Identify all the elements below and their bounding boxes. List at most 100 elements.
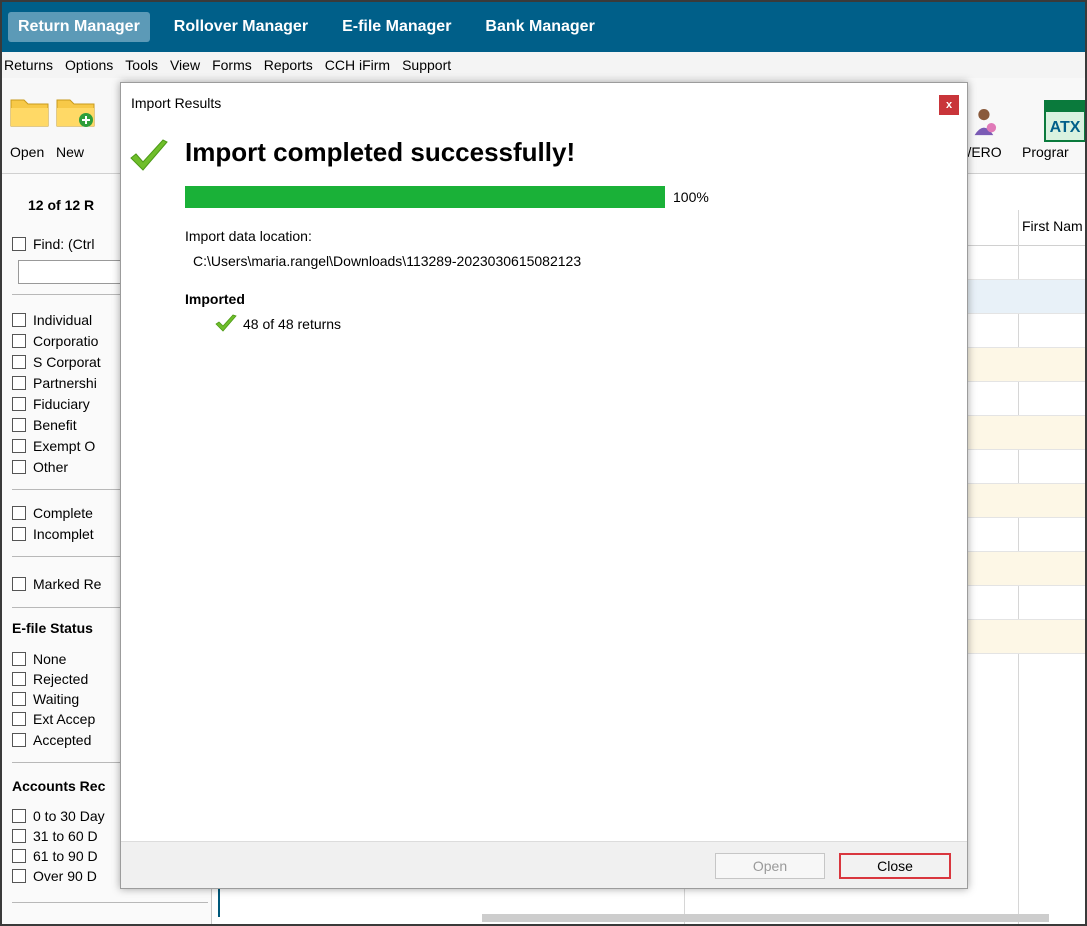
module-nav-bar: Return Manager Rollover Manager E-file M… xyxy=(2,2,1085,52)
progress-fill xyxy=(185,186,665,208)
type-s-corporation-row[interactable]: S Corporat xyxy=(12,353,101,371)
filter-label: Waiting xyxy=(33,691,80,707)
complete-row[interactable]: Complete xyxy=(12,504,93,522)
filter-label: Rejected xyxy=(33,671,89,687)
checkbox[interactable] xyxy=(12,809,26,823)
find-checkbox[interactable] xyxy=(12,237,26,251)
tab-rollover-manager[interactable]: Rollover Manager xyxy=(164,12,318,42)
filter-label: None xyxy=(33,651,67,667)
checkbox[interactable] xyxy=(12,460,26,474)
menu-forms[interactable]: Forms xyxy=(212,57,252,73)
people-icon xyxy=(974,109,997,136)
import-location-path: C:\Users\maria.rangel\Downloads\113289-2… xyxy=(193,253,582,269)
type-other-row[interactable]: Other xyxy=(12,458,68,476)
checkbox[interactable] xyxy=(12,397,26,411)
type-exempt-row[interactable]: Exempt O xyxy=(12,437,95,455)
checkbox[interactable] xyxy=(12,355,26,369)
menu-options[interactable]: Options xyxy=(65,57,113,73)
import-status-headline: Import completed successfully! xyxy=(185,137,576,167)
tab-bank-manager[interactable]: Bank Manager xyxy=(475,12,604,42)
new-tool-button[interactable]: New xyxy=(56,94,96,164)
ar-61-90-row[interactable]: 61 to 90 D xyxy=(12,847,98,865)
atx-program-icon: ATX xyxy=(1044,100,1085,142)
checkbox[interactable] xyxy=(12,313,26,327)
menu-reports[interactable]: Reports xyxy=(264,57,313,73)
tab-efile-manager[interactable]: E-file Manager xyxy=(332,12,461,42)
open-tool-button[interactable]: Open xyxy=(10,94,50,164)
import-progress-bar xyxy=(185,186,665,208)
imported-count-text: 48 of 48 returns xyxy=(243,316,342,332)
type-corporation-row[interactable]: Corporatio xyxy=(12,332,98,350)
filter-label: 31 to 60 D xyxy=(33,828,98,844)
filter-label: Individual xyxy=(33,312,93,328)
checkbox[interactable] xyxy=(12,376,26,390)
filter-label: Over 90 D xyxy=(33,868,97,884)
menu-cch-ifirm[interactable]: CCH iFirm xyxy=(325,57,390,73)
checkbox[interactable] xyxy=(12,418,26,432)
close-icon: x xyxy=(945,99,953,111)
type-fiduciary-row[interactable]: Fiduciary xyxy=(12,395,90,413)
efile-accepted-row[interactable]: Accepted xyxy=(12,731,91,749)
menu-tools[interactable]: Tools xyxy=(125,57,158,73)
open-button[interactable]: Open xyxy=(715,853,825,879)
close-button[interactable]: Close xyxy=(839,853,951,879)
tab-return-manager[interactable]: Return Manager xyxy=(8,12,150,42)
imported-heading: Imported xyxy=(185,291,245,307)
find-checkbox-row[interactable]: Find: (Ctrl xyxy=(12,235,94,253)
efile-status-heading: E-file Status xyxy=(12,620,93,636)
checkbox[interactable] xyxy=(12,334,26,348)
checkbox[interactable] xyxy=(12,733,26,747)
divider xyxy=(12,902,208,903)
checkbox[interactable] xyxy=(12,672,26,686)
ar-over-90-row[interactable]: Over 90 D xyxy=(12,867,97,885)
checkbox[interactable] xyxy=(12,527,26,541)
new-tool-label: New xyxy=(56,144,85,160)
filter-label: Complete xyxy=(33,505,93,521)
type-benefit-row[interactable]: Benefit xyxy=(12,416,77,434)
type-individual-row[interactable]: Individual xyxy=(12,311,92,329)
efile-ext-accepted-row[interactable]: Ext Accep xyxy=(12,710,95,728)
type-partnership-row[interactable]: Partnershi xyxy=(12,374,97,392)
filter-label: Accepted xyxy=(33,732,92,748)
filter-label: Exempt O xyxy=(33,438,96,454)
checkbox[interactable] xyxy=(12,829,26,843)
filter-label: Benefit xyxy=(33,417,77,433)
checkbox[interactable] xyxy=(12,849,26,863)
import-location-label: Import data location: xyxy=(185,228,312,244)
app-window: Return Manager Rollover Manager E-file M… xyxy=(0,0,1087,926)
filter-label: Corporatio xyxy=(33,333,99,349)
filter-label: Fiduciary xyxy=(33,396,90,412)
column-header-first-name[interactable]: First Nam xyxy=(1022,218,1083,234)
checkbox[interactable] xyxy=(12,869,26,883)
filter-label: Ext Accep xyxy=(33,711,96,727)
dialog-close-button[interactable]: x xyxy=(939,95,959,115)
checkbox[interactable] xyxy=(12,712,26,726)
menu-returns[interactable]: Returns xyxy=(4,57,53,73)
dialog-footer: Open Close xyxy=(121,841,967,888)
horizontal-scrollbar[interactable] xyxy=(482,914,1049,922)
checkbox[interactable] xyxy=(12,577,26,591)
open-tool-label: Open xyxy=(10,144,45,160)
import-results-dialog: Import Results x Import completed succes… xyxy=(120,82,968,889)
checkbox[interactable] xyxy=(12,692,26,706)
program-tool-button[interactable]: ATX Prograr xyxy=(1022,94,1085,164)
filter-label: S Corporat xyxy=(33,354,101,370)
incomplete-row[interactable]: Incomplet xyxy=(12,525,94,543)
checkbox[interactable] xyxy=(12,506,26,520)
menu-view[interactable]: View xyxy=(170,57,200,73)
menu-support[interactable]: Support xyxy=(402,57,451,73)
filter-label: Incomplet xyxy=(33,526,94,542)
success-check-icon xyxy=(130,139,168,171)
ar-0-30-row[interactable]: 0 to 30 Day xyxy=(12,807,105,825)
checkbox[interactable] xyxy=(12,439,26,453)
efile-none-row[interactable]: None xyxy=(12,650,66,668)
return-count-title: 12 of 12 R xyxy=(28,197,95,213)
ar-31-60-row[interactable]: 31 to 60 D xyxy=(12,827,98,845)
imported-check-icon xyxy=(215,314,237,332)
marked-row[interactable]: Marked Re xyxy=(12,575,101,593)
dialog-title: Import Results xyxy=(131,95,222,111)
efile-waiting-row[interactable]: Waiting xyxy=(12,690,79,708)
efile-rejected-row[interactable]: Rejected xyxy=(12,670,88,688)
checkbox[interactable] xyxy=(12,652,26,666)
filter-label: Other xyxy=(33,459,69,475)
